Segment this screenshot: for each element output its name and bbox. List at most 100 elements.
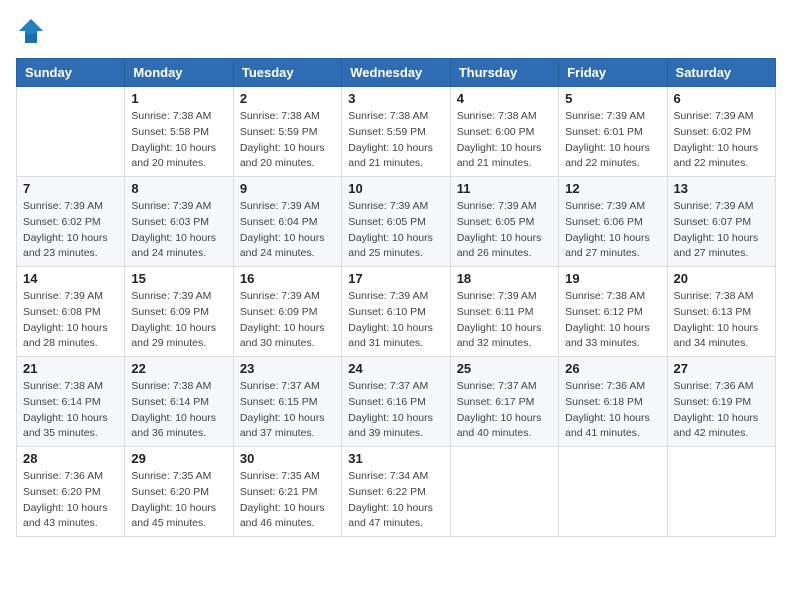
day-number: 31 (348, 451, 443, 466)
calendar-table: SundayMondayTuesdayWednesdayThursdayFrid… (16, 58, 776, 537)
day-number: 13 (674, 181, 769, 196)
day-number: 27 (674, 361, 769, 376)
calendar-cell: 5 Sunrise: 7:39 AM Sunset: 6:01 PM Daylig… (559, 87, 667, 177)
calendar-cell (559, 447, 667, 537)
calendar-day-header: Saturday (667, 59, 775, 87)
calendar-cell: 31 Sunrise: 7:34 AM Sunset: 6:22 PM Dayli… (342, 447, 450, 537)
calendar-cell: 10Sunrise: 7:39 AM Sunset: 6:05 PM Dayli… (342, 177, 450, 267)
day-number: 20 (674, 271, 769, 286)
calendar-week-row: 7 Sunrise: 7:39 AM Sunset: 6:02 PM Daylig… (17, 177, 776, 267)
day-info: Sunrise: 7:39 AM Sunset: 6:03 PM Dayligh… (131, 199, 226, 262)
day-info: Sunrise: 7:38 AM Sunset: 6:14 PM Dayligh… (131, 379, 226, 442)
calendar-cell: 8 Sunrise: 7:39 AM Sunset: 6:03 PM Daylig… (125, 177, 233, 267)
day-info: Sunrise: 7:38 AM Sunset: 5:59 PM Dayligh… (240, 109, 335, 172)
calendar-cell: 22 Sunrise: 7:38 AM Sunset: 6:14 PM Dayli… (125, 357, 233, 447)
calendar-week-row: 1Sunrise: 7:38 AM Sunset: 5:58 PM Daylig… (17, 87, 776, 177)
calendar-cell: 9 Sunrise: 7:39 AM Sunset: 6:04 PM Daylig… (233, 177, 341, 267)
calendar-day-header: Friday (559, 59, 667, 87)
day-number: 18 (457, 271, 552, 286)
day-info: Sunrise: 7:37 AM Sunset: 6:17 PM Dayligh… (457, 379, 552, 442)
day-info: Sunrise: 7:37 AM Sunset: 6:15 PM Dayligh… (240, 379, 335, 442)
day-info: Sunrise: 7:39 AM Sunset: 6:08 PM Dayligh… (23, 289, 118, 352)
calendar-cell: 29Sunrise: 7:35 AM Sunset: 6:20 PM Dayli… (125, 447, 233, 537)
day-number: 2 (240, 91, 335, 106)
day-number: 15 (131, 271, 226, 286)
day-number: 29 (131, 451, 226, 466)
calendar-cell: 23 Sunrise: 7:37 AM Sunset: 6:15 PM Dayli… (233, 357, 341, 447)
calendar-cell (17, 87, 125, 177)
calendar-cell: 15 Sunrise: 7:39 AM Sunset: 6:09 PM Dayli… (125, 267, 233, 357)
calendar-cell: 28 Sunrise: 7:36 AM Sunset: 6:20 PM Dayli… (17, 447, 125, 537)
day-info: Sunrise: 7:38 AM Sunset: 6:14 PM Dayligh… (23, 379, 118, 442)
day-info: Sunrise: 7:39 AM Sunset: 6:09 PM Dayligh… (240, 289, 335, 352)
calendar-cell (667, 447, 775, 537)
calendar-cell: 20 Sunrise: 7:38 AM Sunset: 6:13 PM Dayli… (667, 267, 775, 357)
day-number: 5 (565, 91, 660, 106)
calendar-week-row: 21Sunrise: 7:38 AM Sunset: 6:14 PM Dayli… (17, 357, 776, 447)
day-info: Sunrise: 7:39 AM Sunset: 6:06 PM Dayligh… (565, 199, 660, 262)
calendar-cell: 4 Sunrise: 7:38 AM Sunset: 6:00 PM Daylig… (450, 87, 558, 177)
page-header (16, 16, 776, 46)
day-info: Sunrise: 7:36 AM Sunset: 6:20 PM Dayligh… (23, 469, 118, 532)
calendar-day-header: Tuesday (233, 59, 341, 87)
calendar-header-row: SundayMondayTuesdayWednesdayThursdayFrid… (17, 59, 776, 87)
calendar-cell: 2 Sunrise: 7:38 AM Sunset: 5:59 PM Daylig… (233, 87, 341, 177)
day-info: Sunrise: 7:38 AM Sunset: 5:59 PM Dayligh… (348, 109, 443, 172)
calendar-cell: 12Sunrise: 7:39 AM Sunset: 6:06 PM Dayli… (559, 177, 667, 267)
day-number: 23 (240, 361, 335, 376)
day-info: Sunrise: 7:39 AM Sunset: 6:10 PM Dayligh… (348, 289, 443, 352)
calendar-cell: 30Sunrise: 7:35 AM Sunset: 6:21 PM Dayli… (233, 447, 341, 537)
day-info: Sunrise: 7:39 AM Sunset: 6:04 PM Dayligh… (240, 199, 335, 262)
day-number: 3 (348, 91, 443, 106)
calendar-cell (450, 447, 558, 537)
calendar-cell: 27 Sunrise: 7:36 AM Sunset: 6:19 PM Dayli… (667, 357, 775, 447)
calendar-cell: 17 Sunrise: 7:39 AM Sunset: 6:10 PM Dayli… (342, 267, 450, 357)
calendar-cell: 1Sunrise: 7:38 AM Sunset: 5:58 PM Daylig… (125, 87, 233, 177)
day-number: 14 (23, 271, 118, 286)
day-info: Sunrise: 7:38 AM Sunset: 6:00 PM Dayligh… (457, 109, 552, 172)
calendar-day-header: Thursday (450, 59, 558, 87)
calendar-cell: 25 Sunrise: 7:37 AM Sunset: 6:17 PM Dayli… (450, 357, 558, 447)
day-info: Sunrise: 7:39 AM Sunset: 6:05 PM Dayligh… (348, 199, 443, 262)
day-number: 7 (23, 181, 118, 196)
day-info: Sunrise: 7:38 AM Sunset: 6:13 PM Dayligh… (674, 289, 769, 352)
day-number: 11 (457, 181, 552, 196)
day-info: Sunrise: 7:39 AM Sunset: 6:02 PM Dayligh… (23, 199, 118, 262)
calendar-day-header: Wednesday (342, 59, 450, 87)
day-info: Sunrise: 7:36 AM Sunset: 6:19 PM Dayligh… (674, 379, 769, 442)
calendar-week-row: 14 Sunrise: 7:39 AM Sunset: 6:08 PM Dayli… (17, 267, 776, 357)
day-info: Sunrise: 7:39 AM Sunset: 6:01 PM Dayligh… (565, 109, 660, 172)
calendar-cell: 24 Sunrise: 7:37 AM Sunset: 6:16 PM Dayli… (342, 357, 450, 447)
day-info: Sunrise: 7:39 AM Sunset: 6:09 PM Dayligh… (131, 289, 226, 352)
calendar-day-header: Sunday (17, 59, 125, 87)
calendar-cell: 11 Sunrise: 7:39 AM Sunset: 6:05 PM Dayli… (450, 177, 558, 267)
day-number: 8 (131, 181, 226, 196)
day-info: Sunrise: 7:37 AM Sunset: 6:16 PM Dayligh… (348, 379, 443, 442)
day-number: 22 (131, 361, 226, 376)
day-number: 17 (348, 271, 443, 286)
calendar-cell: 13 Sunrise: 7:39 AM Sunset: 6:07 PM Dayli… (667, 177, 775, 267)
day-number: 16 (240, 271, 335, 286)
day-number: 24 (348, 361, 443, 376)
day-number: 28 (23, 451, 118, 466)
calendar-day-header: Monday (125, 59, 233, 87)
day-number: 25 (457, 361, 552, 376)
calendar-cell: 21Sunrise: 7:38 AM Sunset: 6:14 PM Dayli… (17, 357, 125, 447)
day-info: Sunrise: 7:39 AM Sunset: 6:05 PM Dayligh… (457, 199, 552, 262)
calendar-cell: 6Sunrise: 7:39 AM Sunset: 6:02 PM Daylig… (667, 87, 775, 177)
day-number: 19 (565, 271, 660, 286)
calendar-cell: 16 Sunrise: 7:39 AM Sunset: 6:09 PM Dayli… (233, 267, 341, 357)
day-number: 26 (565, 361, 660, 376)
calendar-cell: 26 Sunrise: 7:36 AM Sunset: 6:18 PM Dayli… (559, 357, 667, 447)
day-info: Sunrise: 7:38 AM Sunset: 5:58 PM Dayligh… (131, 109, 226, 172)
day-info: Sunrise: 7:35 AM Sunset: 6:21 PM Dayligh… (240, 469, 335, 532)
calendar-cell: 3 Sunrise: 7:38 AM Sunset: 5:59 PM Daylig… (342, 87, 450, 177)
day-number: 9 (240, 181, 335, 196)
day-info: Sunrise: 7:36 AM Sunset: 6:18 PM Dayligh… (565, 379, 660, 442)
day-number: 4 (457, 91, 552, 106)
calendar-cell: 7 Sunrise: 7:39 AM Sunset: 6:02 PM Daylig… (17, 177, 125, 267)
day-info: Sunrise: 7:39 AM Sunset: 6:07 PM Dayligh… (674, 199, 769, 262)
day-info: Sunrise: 7:38 AM Sunset: 6:12 PM Dayligh… (565, 289, 660, 352)
calendar-week-row: 28 Sunrise: 7:36 AM Sunset: 6:20 PM Dayli… (17, 447, 776, 537)
day-info: Sunrise: 7:34 AM Sunset: 6:22 PM Dayligh… (348, 469, 443, 532)
